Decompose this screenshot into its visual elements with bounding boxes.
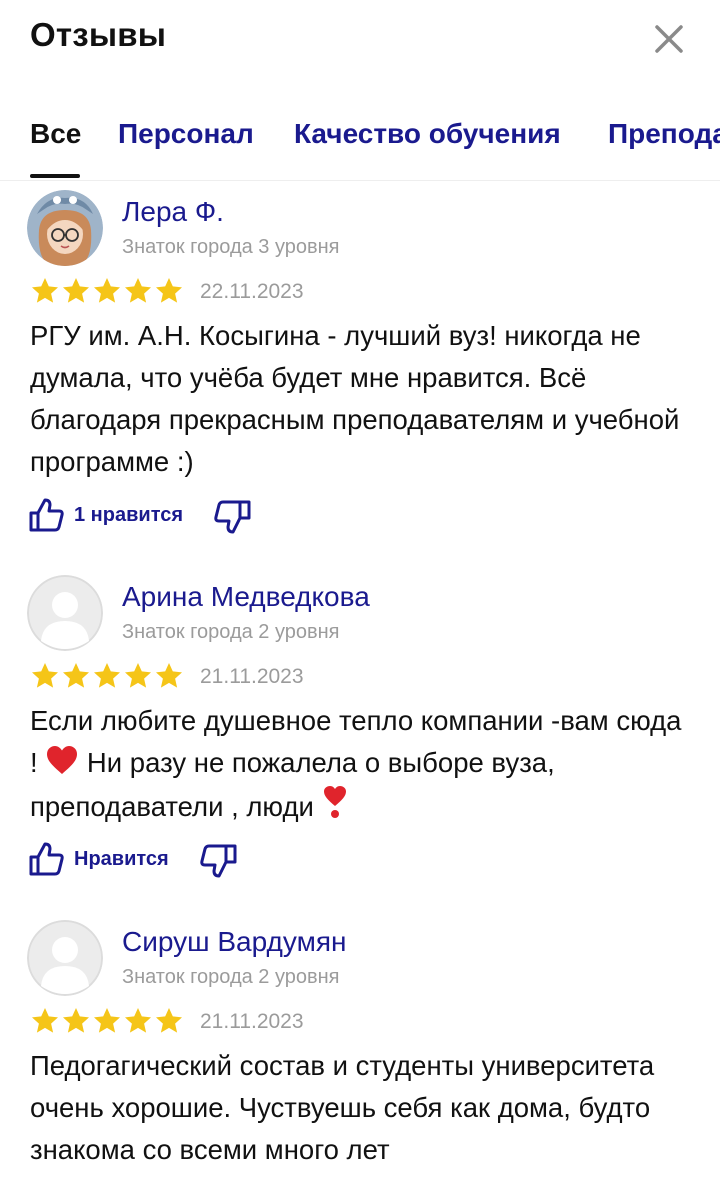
page-title: Отзывы (30, 16, 167, 53)
review-text: РГУ им. А.Н. Косыгина - лучший вуз! нико… (30, 320, 680, 477)
author-level: Знаток города 3 уровня (122, 236, 340, 258)
author-name[interactable]: Лера Ф. (122, 196, 224, 228)
tab-staff[interactable]: Персонал (118, 118, 254, 150)
heart-exclamation-icon (323, 786, 346, 818)
review-text-part: Ни разу не пожалела о выборе вуза, препо… (30, 747, 555, 822)
close-icon[interactable] (648, 18, 690, 60)
thumbs-down-icon[interactable] (198, 842, 238, 882)
rating-stars (32, 1008, 182, 1033)
review-date: 21.11.2023 (200, 1010, 304, 1033)
like-label: Нравится (74, 847, 169, 870)
like-button[interactable]: Нравится (28, 839, 169, 879)
tab-education-quality[interactable]: Качество обучения (294, 118, 561, 150)
rating-stars (32, 278, 182, 303)
user-avatar[interactable] (27, 190, 103, 266)
modal-header: Отзывы (0, 0, 720, 80)
active-tab-indicator (30, 174, 80, 178)
author-name[interactable]: Арина Медведкова (122, 581, 370, 613)
review-text: Если любите душевное тепло компании -вам… (30, 700, 695, 828)
author-level: Знаток города 2 уровня (122, 621, 340, 643)
rating-stars (32, 663, 182, 688)
author-level: Знаток города 2 уровня (122, 966, 340, 988)
review-date: 21.11.2023 (200, 665, 304, 688)
like-button[interactable]: 1 нравится (28, 495, 183, 535)
user-avatar[interactable] (27, 575, 103, 651)
tab-all[interactable]: Все (30, 118, 81, 150)
tab-teachers[interactable]: Преподаватели (608, 118, 720, 150)
heart-emoji-icon (47, 746, 78, 774)
tab-bar: Все Персонал Качество обучения Преподава… (0, 100, 720, 181)
review-date: 22.11.2023 (200, 280, 304, 303)
review-text: Педогагический состав и студенты универс… (30, 1050, 655, 1165)
user-avatar[interactable] (27, 920, 103, 996)
thumbs-up-icon (29, 842, 64, 876)
like-label: 1 нравится (74, 503, 184, 526)
author-name[interactable]: Сируш Вардумян (122, 926, 346, 958)
thumbs-down-icon[interactable] (212, 498, 252, 538)
thumbs-up-icon (29, 498, 64, 532)
